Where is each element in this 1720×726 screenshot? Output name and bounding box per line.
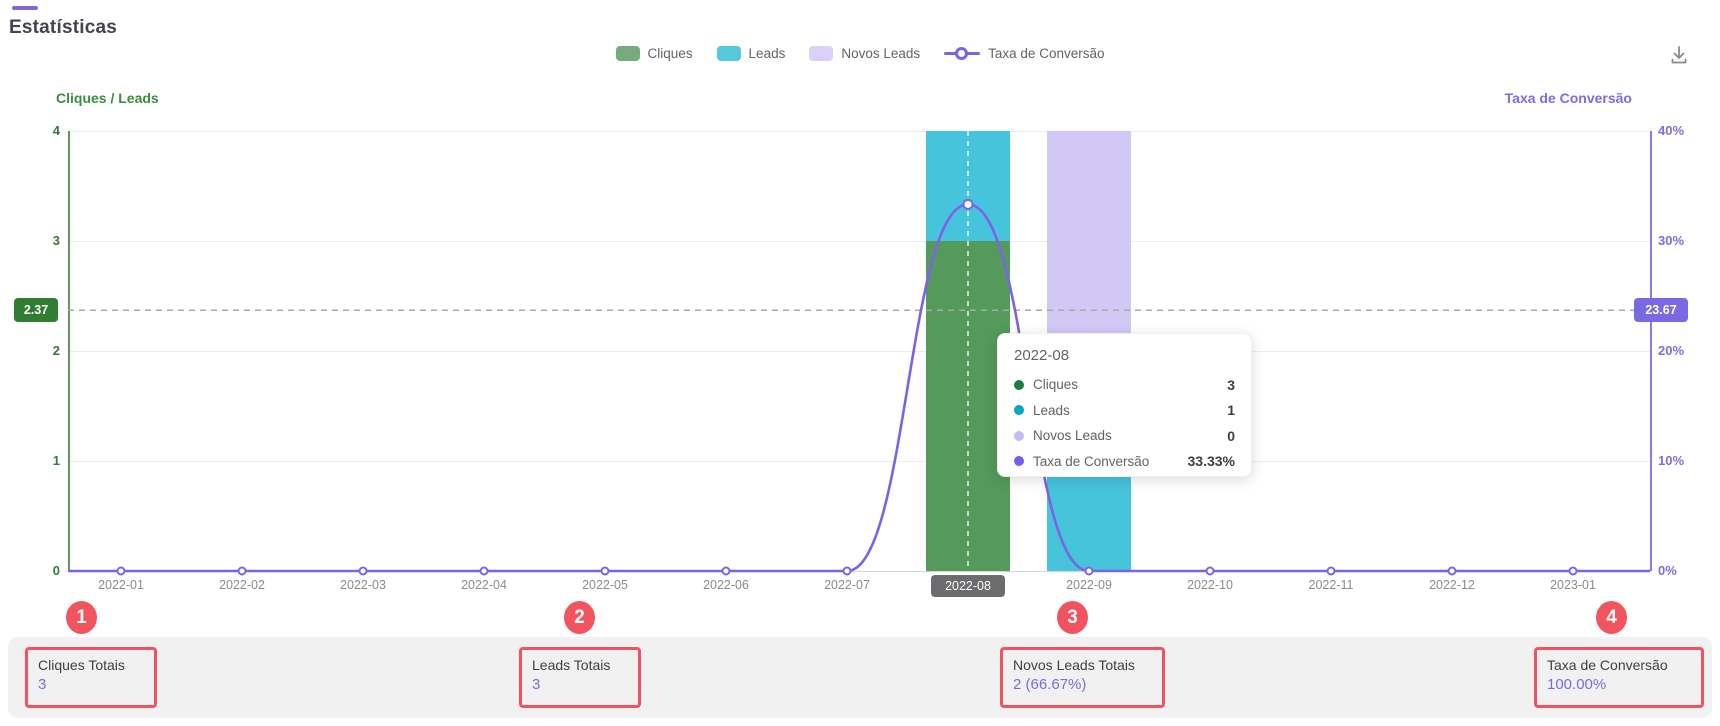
tooltip-series-label: Novos Leads bbox=[1033, 428, 1112, 443]
x-tick-label: 2022-05 bbox=[563, 578, 647, 592]
annotation-badge-3: 3 bbox=[1057, 601, 1088, 634]
x-tick-label: 2023-01 bbox=[1531, 578, 1615, 592]
tooltip-series-value: 3 bbox=[1227, 377, 1235, 393]
gridline bbox=[68, 351, 1650, 352]
tooltip-series-label: Leads bbox=[1033, 403, 1070, 418]
stat-leads-totais: Leads Totais 3 bbox=[519, 647, 641, 708]
chart-legend: Cliques Leads Novos Leads Taxa de Conversão bbox=[0, 42, 1720, 64]
legend-item-novos-leads[interactable]: Novos Leads bbox=[809, 46, 920, 61]
tooltip-series-value: 1 bbox=[1227, 402, 1235, 418]
stat-cliques-totais: Cliques Totais 3 bbox=[25, 647, 157, 708]
stat-value: 3 bbox=[532, 676, 628, 693]
bar-segment-leads[interactable] bbox=[926, 131, 1010, 241]
active-tab-indicator bbox=[12, 6, 38, 10]
right-average-badge: 23.67 bbox=[1634, 298, 1688, 322]
left-axis-tick: 1 bbox=[0, 453, 60, 468]
tooltip-series-dot bbox=[1014, 380, 1024, 390]
conversion-line-layer bbox=[0, 0, 1720, 726]
page-title: Estatísticas bbox=[9, 17, 117, 39]
x-tick-label: 2022-12 bbox=[1410, 578, 1494, 592]
legend-swatch bbox=[616, 46, 640, 61]
right-axis-tick: 0% bbox=[1658, 563, 1720, 578]
tooltip-series-dot bbox=[1014, 456, 1024, 466]
x-tick-label: 2022-06 bbox=[684, 578, 768, 592]
legend-label: Leads bbox=[749, 46, 786, 61]
legend-item-taxa-de-conversão[interactable]: Taxa de Conversão bbox=[944, 46, 1104, 61]
left-axis-tick: 4 bbox=[0, 123, 60, 138]
stat-value: 2 (66.67%) bbox=[1013, 676, 1152, 693]
gridline bbox=[68, 241, 1650, 242]
stat-value: 100.00% bbox=[1547, 676, 1691, 693]
tooltip-row: Leads 1 bbox=[1014, 398, 1235, 424]
tooltip-row: Taxa de Conversão 33.33% bbox=[1014, 449, 1235, 475]
tooltip-series-label: Taxa de Conversão bbox=[1033, 454, 1149, 469]
right-axis-tick: 30% bbox=[1658, 233, 1720, 248]
left-axis-title: Cliques / Leads bbox=[56, 90, 159, 106]
x-tick-label: 2022-02 bbox=[200, 578, 284, 592]
left-axis-tick: 0 bbox=[0, 563, 60, 578]
x-tick-label: 2022-11 bbox=[1289, 578, 1373, 592]
right-axis-tick: 20% bbox=[1658, 343, 1720, 358]
gridline bbox=[68, 131, 1650, 132]
stat-label: Cliques Totais bbox=[38, 657, 144, 673]
legend-label: Novos Leads bbox=[841, 46, 920, 61]
right-axis-tick: 40% bbox=[1658, 123, 1720, 138]
annotation-badge-4: 4 bbox=[1596, 601, 1627, 634]
stat-label: Novos Leads Totais bbox=[1013, 657, 1152, 673]
left-axis-tick: 3 bbox=[0, 233, 60, 248]
legend-label: Taxa de Conversão bbox=[988, 46, 1104, 61]
annotation-badge-1: 1 bbox=[66, 601, 97, 634]
tooltip-row: Novos Leads 0 bbox=[1014, 423, 1235, 449]
stat-value: 3 bbox=[38, 676, 144, 693]
x-axis-line bbox=[68, 571, 1650, 572]
right-axis-line bbox=[1650, 131, 1652, 571]
left-axis-tick: 2 bbox=[0, 343, 60, 358]
x-tick-label: 2022-04 bbox=[442, 578, 526, 592]
summary-stats-band bbox=[8, 637, 1712, 718]
tooltip-title: 2022-08 bbox=[1014, 347, 1235, 364]
conversion-line bbox=[68, 204, 1650, 571]
legend-item-leads[interactable]: Leads bbox=[717, 46, 786, 61]
stat-label: Taxa de Conversão bbox=[1547, 657, 1691, 673]
right-axis-tick: 10% bbox=[1658, 453, 1720, 468]
tooltip-row: Cliques 3 bbox=[1014, 372, 1235, 398]
x-tick-label: 2022-10 bbox=[1168, 578, 1252, 592]
right-axis-title: Taxa de Conversão bbox=[1505, 90, 1632, 106]
stat-novos-leads-totais: Novos Leads Totais 2 (66.67%) bbox=[1000, 647, 1165, 708]
gridline bbox=[68, 461, 1650, 462]
download-chart-button[interactable] bbox=[1664, 40, 1694, 70]
tooltip-series-dot bbox=[1014, 431, 1024, 441]
legend-swatch bbox=[809, 46, 833, 61]
tooltip-series-value: 0 bbox=[1227, 428, 1235, 444]
legend-swatch bbox=[717, 46, 741, 61]
stat-label: Leads Totais bbox=[532, 657, 628, 673]
x-tick-label: 2022-07 bbox=[805, 578, 889, 592]
tooltip-series-label: Cliques bbox=[1033, 377, 1078, 392]
x-tick-label-highlighted: 2022-08 bbox=[931, 575, 1005, 597]
chart-tooltip: 2022-08 Cliques 3 Leads 1 Novos Leads 0 Taxa d… bbox=[997, 333, 1252, 477]
x-tick-label: 2022-01 bbox=[79, 578, 163, 592]
legend-line-symbol bbox=[944, 46, 980, 61]
tooltip-series-dot bbox=[1014, 405, 1024, 415]
x-tick-label: 2022-09 bbox=[1047, 578, 1131, 592]
left-axis-line bbox=[68, 131, 70, 571]
left-average-badge: 2.37 bbox=[14, 298, 58, 322]
bar-segment-novos-leads[interactable] bbox=[1047, 131, 1131, 351]
legend-item-cliques[interactable]: Cliques bbox=[616, 46, 693, 61]
stat-taxa-de-conversao: Taxa de Conversão 100.00% bbox=[1534, 647, 1704, 708]
legend-label: Cliques bbox=[648, 46, 693, 61]
statistics-panel: Estatísticas Cliques Leads Novos Leads Taxa… bbox=[0, 0, 1720, 726]
tooltip-series-value: 33.33% bbox=[1188, 453, 1235, 469]
download-icon bbox=[1667, 43, 1691, 67]
x-tick-label: 2022-03 bbox=[321, 578, 405, 592]
annotation-badge-2: 2 bbox=[564, 601, 595, 634]
